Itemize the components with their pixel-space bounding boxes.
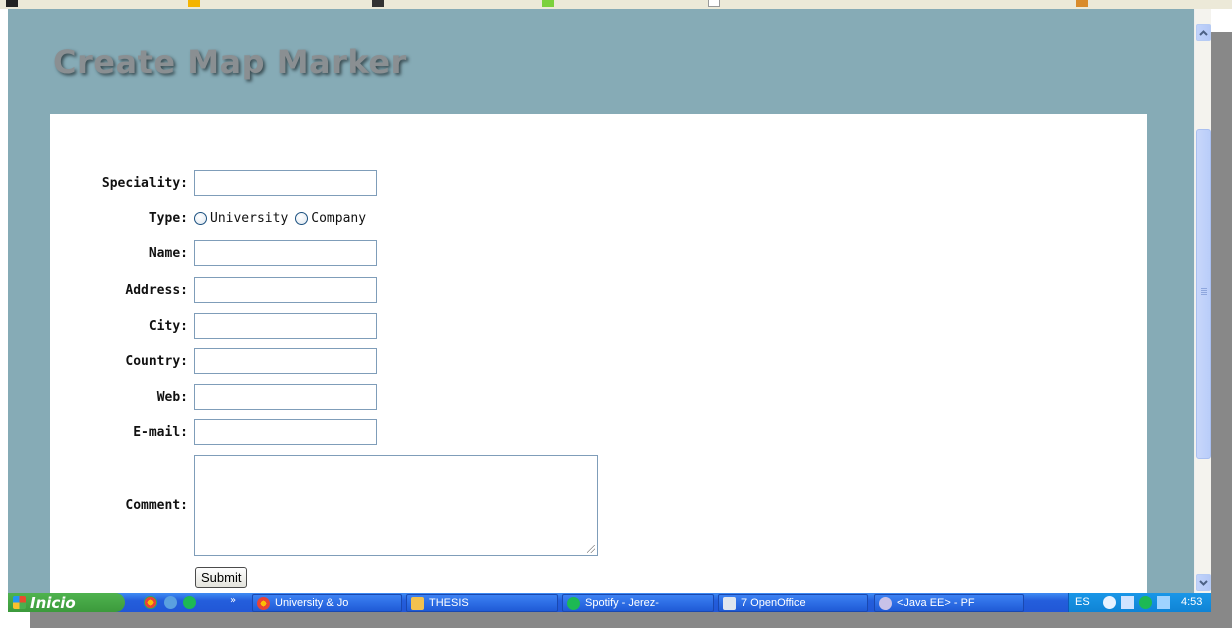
taskbar-item[interactable]: University & Jo xyxy=(252,594,402,612)
spotify-icon xyxy=(567,597,580,610)
grip-line xyxy=(1201,294,1207,295)
company-radio[interactable] xyxy=(295,211,309,225)
bookmark-icon xyxy=(372,0,384,7)
scroll-down-button[interactable] xyxy=(1196,574,1211,591)
page-title: Create Map Marker xyxy=(53,43,407,81)
bookmark-icon xyxy=(188,0,200,7)
form-row-speciality: Speciality: xyxy=(50,170,377,196)
name-label: Name: xyxy=(148,245,188,261)
type-label: Type: xyxy=(148,210,188,226)
university-radio[interactable] xyxy=(194,211,207,225)
city-label: City: xyxy=(148,318,188,334)
taskbar-item-label: University & Jo xyxy=(275,597,349,609)
speciality-input[interactable] xyxy=(194,170,377,196)
spotify-icon[interactable] xyxy=(1139,596,1152,609)
speciality-label: Speciality: xyxy=(101,175,188,191)
network-icon[interactable] xyxy=(1157,596,1170,609)
taskbar-item-label: <Java EE> - PF xyxy=(897,597,975,609)
taskbar-item[interactable]: THESIS xyxy=(406,594,558,612)
city-input[interactable] xyxy=(194,313,377,339)
bookmark-item[interactable] xyxy=(1076,0,1088,8)
bookmark-icon xyxy=(542,0,554,7)
taskbar: Inicio » University & Jo THESIS Spotify … xyxy=(8,593,1211,612)
chevron-down-icon xyxy=(1199,579,1208,586)
form-panel: Speciality: Type: University Company Nam… xyxy=(50,114,1147,593)
chevron-up-icon xyxy=(1199,29,1208,36)
chrome-icon[interactable] xyxy=(144,596,157,609)
name-input[interactable] xyxy=(194,240,377,266)
taskbar-item-label: 7 OpenOffice xyxy=(741,597,806,609)
form-row-comment: Comment: xyxy=(50,455,598,556)
bookmark-item[interactable] xyxy=(372,0,384,8)
bookmark-item[interactable] xyxy=(708,0,720,8)
resize-grip-icon[interactable] xyxy=(587,545,595,553)
country-input[interactable] xyxy=(194,348,377,374)
spotify-icon[interactable] xyxy=(183,596,196,609)
openoffice-icon xyxy=(723,597,736,610)
start-label: Inicio xyxy=(30,593,76,612)
bookmark-icon xyxy=(708,0,720,7)
start-button[interactable]: Inicio xyxy=(8,593,125,612)
taskbar-item-label: Spotify - Jerez- xyxy=(585,597,659,609)
address-input[interactable] xyxy=(194,277,377,303)
language-indicator[interactable]: ES xyxy=(1075,596,1090,608)
scroll-up-button[interactable] xyxy=(1196,24,1211,41)
window-shadow-right xyxy=(1211,32,1232,628)
company-radio-label[interactable]: Company xyxy=(311,211,366,226)
grip-line xyxy=(1201,292,1207,293)
scroll-thumb[interactable] xyxy=(1196,129,1211,459)
chrome-icon xyxy=(257,597,270,610)
bookmark-item[interactable] xyxy=(6,0,18,8)
bookmark-item[interactable] xyxy=(188,0,200,8)
taskbar-item[interactable]: 7 OpenOffice xyxy=(718,594,868,612)
help-icon[interactable] xyxy=(1103,596,1116,609)
taskbar-item-label: THESIS xyxy=(429,597,469,609)
bookmark-item[interactable] xyxy=(542,0,554,8)
grip-line xyxy=(1201,288,1207,289)
country-label: Country: xyxy=(125,353,188,369)
window-shadow-bottom xyxy=(30,612,1232,628)
eclipse-icon xyxy=(879,597,892,610)
comment-textarea[interactable] xyxy=(194,455,598,556)
browser-icon[interactable] xyxy=(164,596,177,609)
volume-icon[interactable] xyxy=(1121,596,1134,609)
web-input[interactable] xyxy=(194,384,377,410)
screen: Create Map Marker Speciality: Type: Univ… xyxy=(0,0,1232,628)
form-row-city: City: xyxy=(50,313,377,339)
taskbar-item[interactable]: <Java EE> - PF xyxy=(874,594,1024,612)
system-tray: ES 4:53 xyxy=(1068,593,1211,612)
form-row-type: Type: University Company xyxy=(50,209,373,227)
grip-line xyxy=(1201,290,1207,291)
web-label: Web: xyxy=(156,389,188,405)
form-row-name: Name: xyxy=(50,240,377,266)
form-row-address: Address: xyxy=(50,277,377,303)
university-radio-label[interactable]: University xyxy=(210,211,288,226)
vertical-scrollbar[interactable] xyxy=(1194,9,1211,593)
bookmark-icon xyxy=(6,0,18,7)
taskbar-item[interactable]: Spotify - Jerez- xyxy=(562,594,714,612)
form-row-web: Web: xyxy=(50,384,377,410)
folder-icon xyxy=(1076,0,1088,7)
clock[interactable]: 4:53 xyxy=(1181,596,1202,608)
page-viewport: Create Map Marker Speciality: Type: Univ… xyxy=(8,9,1194,593)
email-input[interactable] xyxy=(194,419,377,445)
bookmarks-bar xyxy=(0,0,1232,9)
chevron-double-right-icon[interactable]: » xyxy=(230,595,236,606)
email-label: E-mail: xyxy=(133,424,188,440)
form-row-country: Country: xyxy=(50,348,377,374)
comment-label: Comment: xyxy=(125,498,188,513)
windows-logo-icon xyxy=(13,596,26,609)
address-label: Address: xyxy=(125,282,188,298)
form-row-email: E-mail: xyxy=(50,419,377,445)
folder-icon xyxy=(411,597,424,610)
submit-button[interactable]: Submit xyxy=(195,567,248,588)
